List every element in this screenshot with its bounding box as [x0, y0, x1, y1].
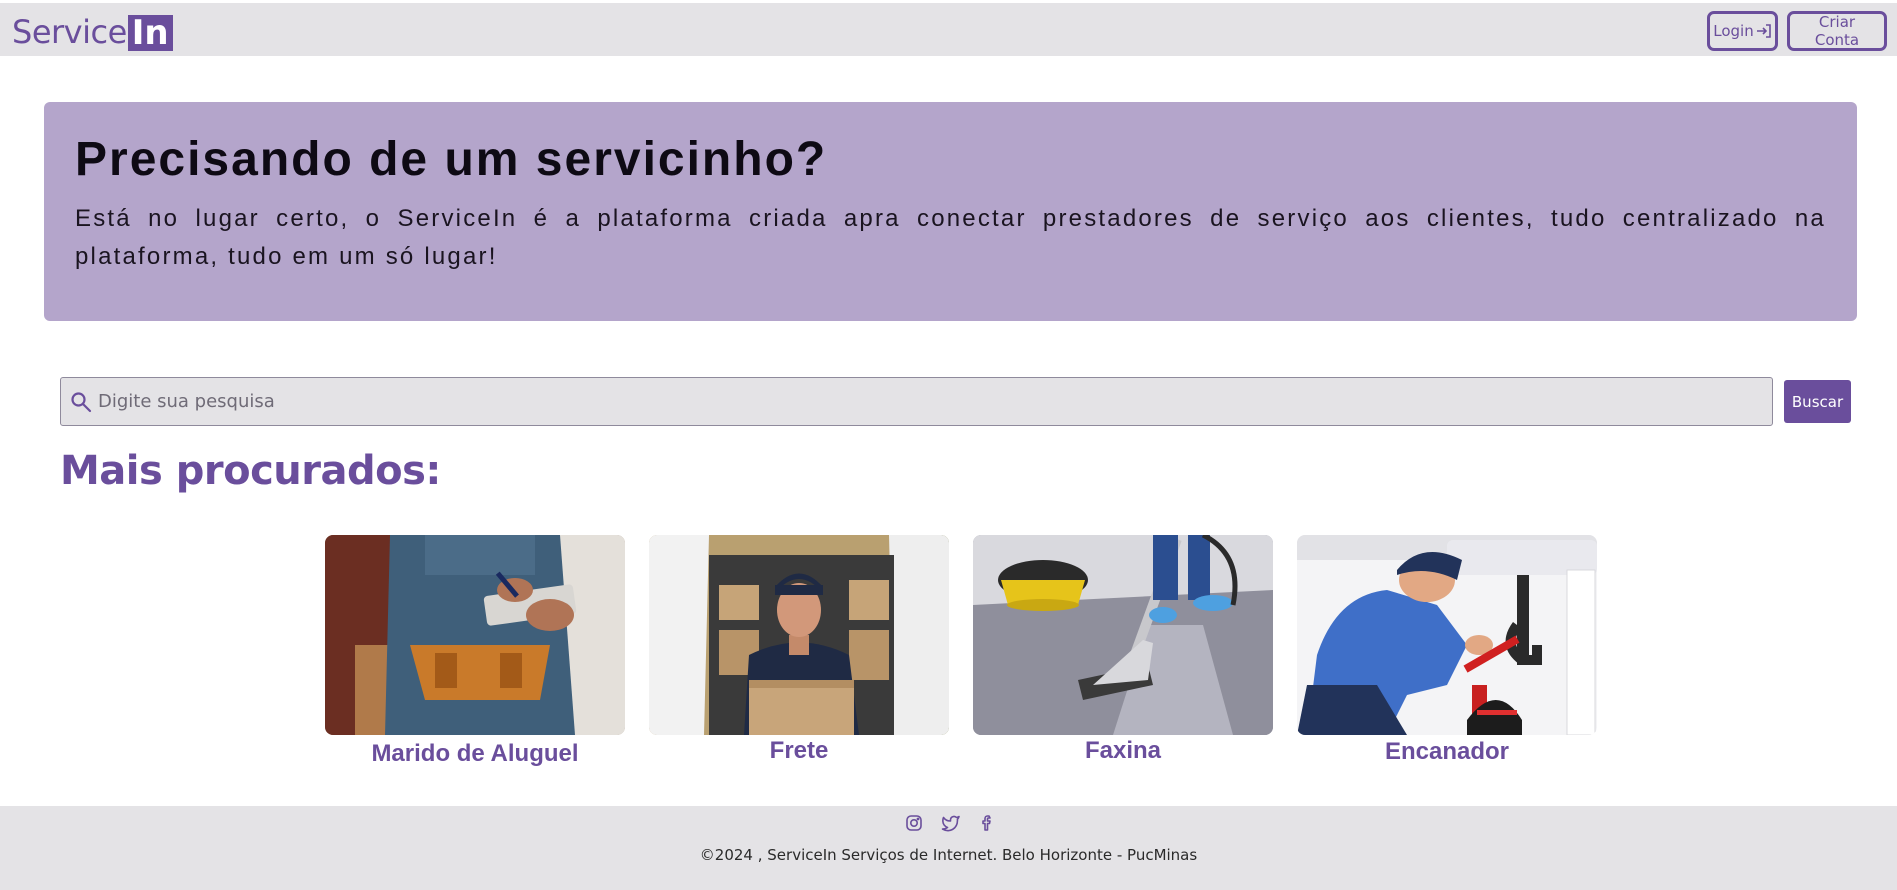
brand-box: In — [127, 15, 173, 51]
twitter-icon[interactable] — [941, 814, 961, 832]
hero-title: Precisando de um servicinho? — [75, 133, 828, 186]
search-input[interactable] — [96, 381, 1756, 422]
facebook-icon[interactable] — [979, 814, 993, 832]
login-label: Login — [1713, 22, 1754, 40]
copyright-text: ©2024 , ServiceIn Serviços de Internet. … — [699, 846, 1198, 864]
signup-label: Criar Conta — [1814, 13, 1860, 49]
search-box — [60, 377, 1773, 426]
social-links — [0, 814, 1897, 832]
hero-text: Está no lugar certo, o ServiceIn é a pla… — [75, 205, 1826, 270]
login-icon — [1756, 23, 1772, 39]
hero-banner: Precisando de um servicinho? Está no lug… — [44, 102, 1857, 321]
handyman-photo — [325, 535, 625, 735]
plumber-photo — [1297, 535, 1597, 735]
most-searched-title: Mais procurados: — [60, 448, 441, 494]
service-card-encanador[interactable]: Encanador — [1297, 535, 1597, 766]
service-card-marido-de-aluguel[interactable]: Marido de Aluguel — [325, 535, 625, 768]
service-card-label: Frete — [769, 737, 829, 764]
signup-button[interactable]: Criar Conta — [1787, 11, 1887, 51]
search-button[interactable]: Buscar — [1784, 380, 1851, 423]
login-button[interactable]: Login — [1707, 11, 1778, 51]
service-card-label: Faxina — [1084, 737, 1162, 764]
service-card-label: Encanador — [1384, 738, 1510, 765]
service-card-frete[interactable]: Frete — [649, 535, 949, 765]
brand-logo[interactable]: Service In — [12, 12, 173, 52]
carpet-vacuum-photo — [973, 535, 1273, 735]
navbar: Service In Login Criar Conta — [0, 3, 1897, 56]
service-card-faxina[interactable]: Faxina — [973, 535, 1273, 765]
search-icon — [70, 391, 92, 413]
delivery-man-photo — [649, 535, 949, 735]
footer: ©2024 , ServiceIn Serviços de Internet. … — [0, 806, 1897, 890]
brand-text: Service — [12, 13, 127, 51]
service-card-label: Marido de Aluguel — [371, 740, 579, 767]
instagram-icon[interactable] — [905, 814, 923, 832]
